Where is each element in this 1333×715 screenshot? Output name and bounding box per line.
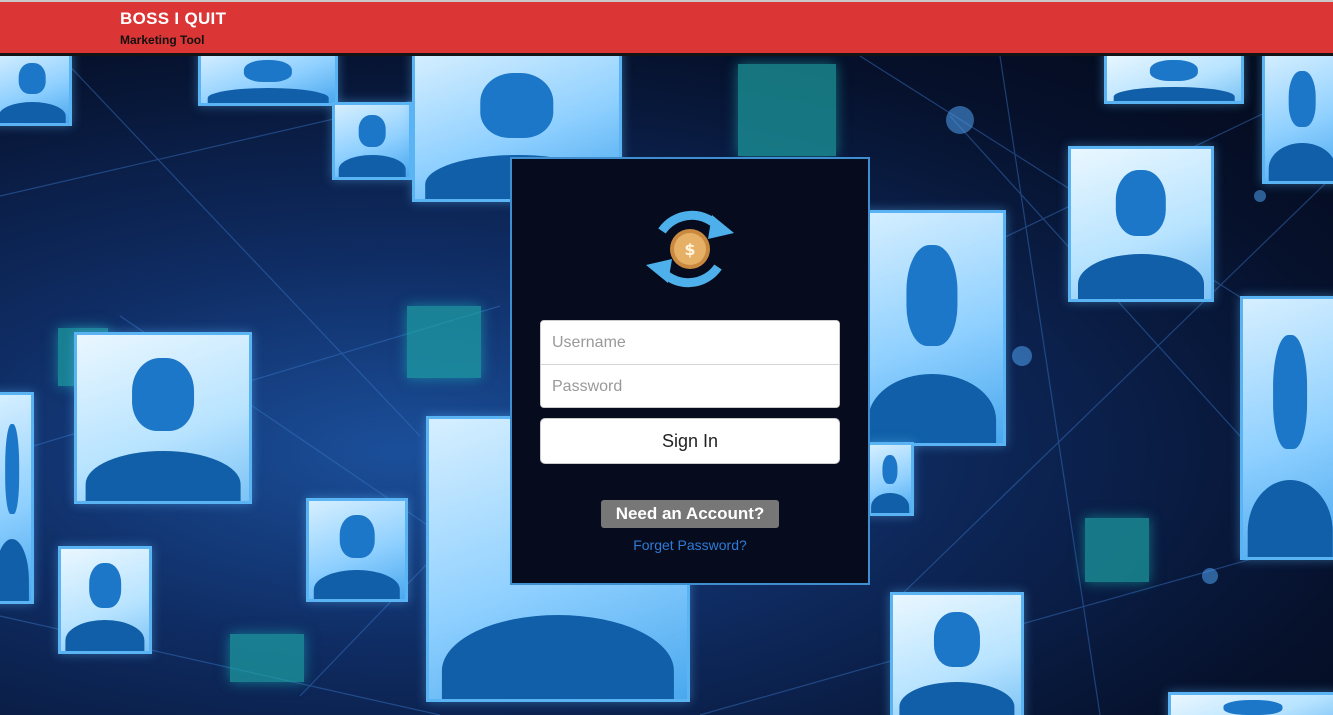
brand-subtitle: Marketing Tool <box>120 33 205 47</box>
portrait-tile <box>332 102 412 180</box>
brand-title: BOSS I QUIT <box>120 9 227 28</box>
portrait-tile <box>0 392 34 604</box>
password-input[interactable] <box>541 365 839 407</box>
portrait-tile <box>1240 296 1333 560</box>
portrait-tile <box>1068 146 1214 302</box>
top-header: BOSS I QUIT Marketing Tool <box>0 0 1333 56</box>
portrait-tile <box>1262 56 1333 184</box>
portrait-tile <box>198 56 338 106</box>
teal-square <box>407 306 481 378</box>
svg-text:$: $ <box>684 240 695 259</box>
portrait-tile <box>1104 56 1244 104</box>
teal-square <box>1085 518 1149 582</box>
need-account-button[interactable]: Need an Account? <box>601 500 779 528</box>
portrait-tile <box>858 210 1006 446</box>
teal-square <box>230 634 304 682</box>
sign-in-button[interactable]: Sign In <box>540 418 840 464</box>
username-input[interactable] <box>541 321 839 364</box>
teal-square <box>738 64 836 156</box>
forgot-password-link[interactable]: Forget Password? <box>512 537 868 553</box>
portrait-tile <box>306 498 408 602</box>
login-panel: $ Sign In Need an Account? Forget Passwo… <box>510 157 870 585</box>
portrait-tile <box>1168 692 1333 715</box>
portrait-tile <box>58 546 152 654</box>
refresh-coin-logo-icon: $ <box>646 210 734 288</box>
portrait-tile <box>866 442 914 516</box>
credentials-group <box>540 320 840 408</box>
portrait-tile <box>890 592 1024 715</box>
portrait-tile <box>0 56 72 126</box>
portrait-tile <box>74 332 252 504</box>
